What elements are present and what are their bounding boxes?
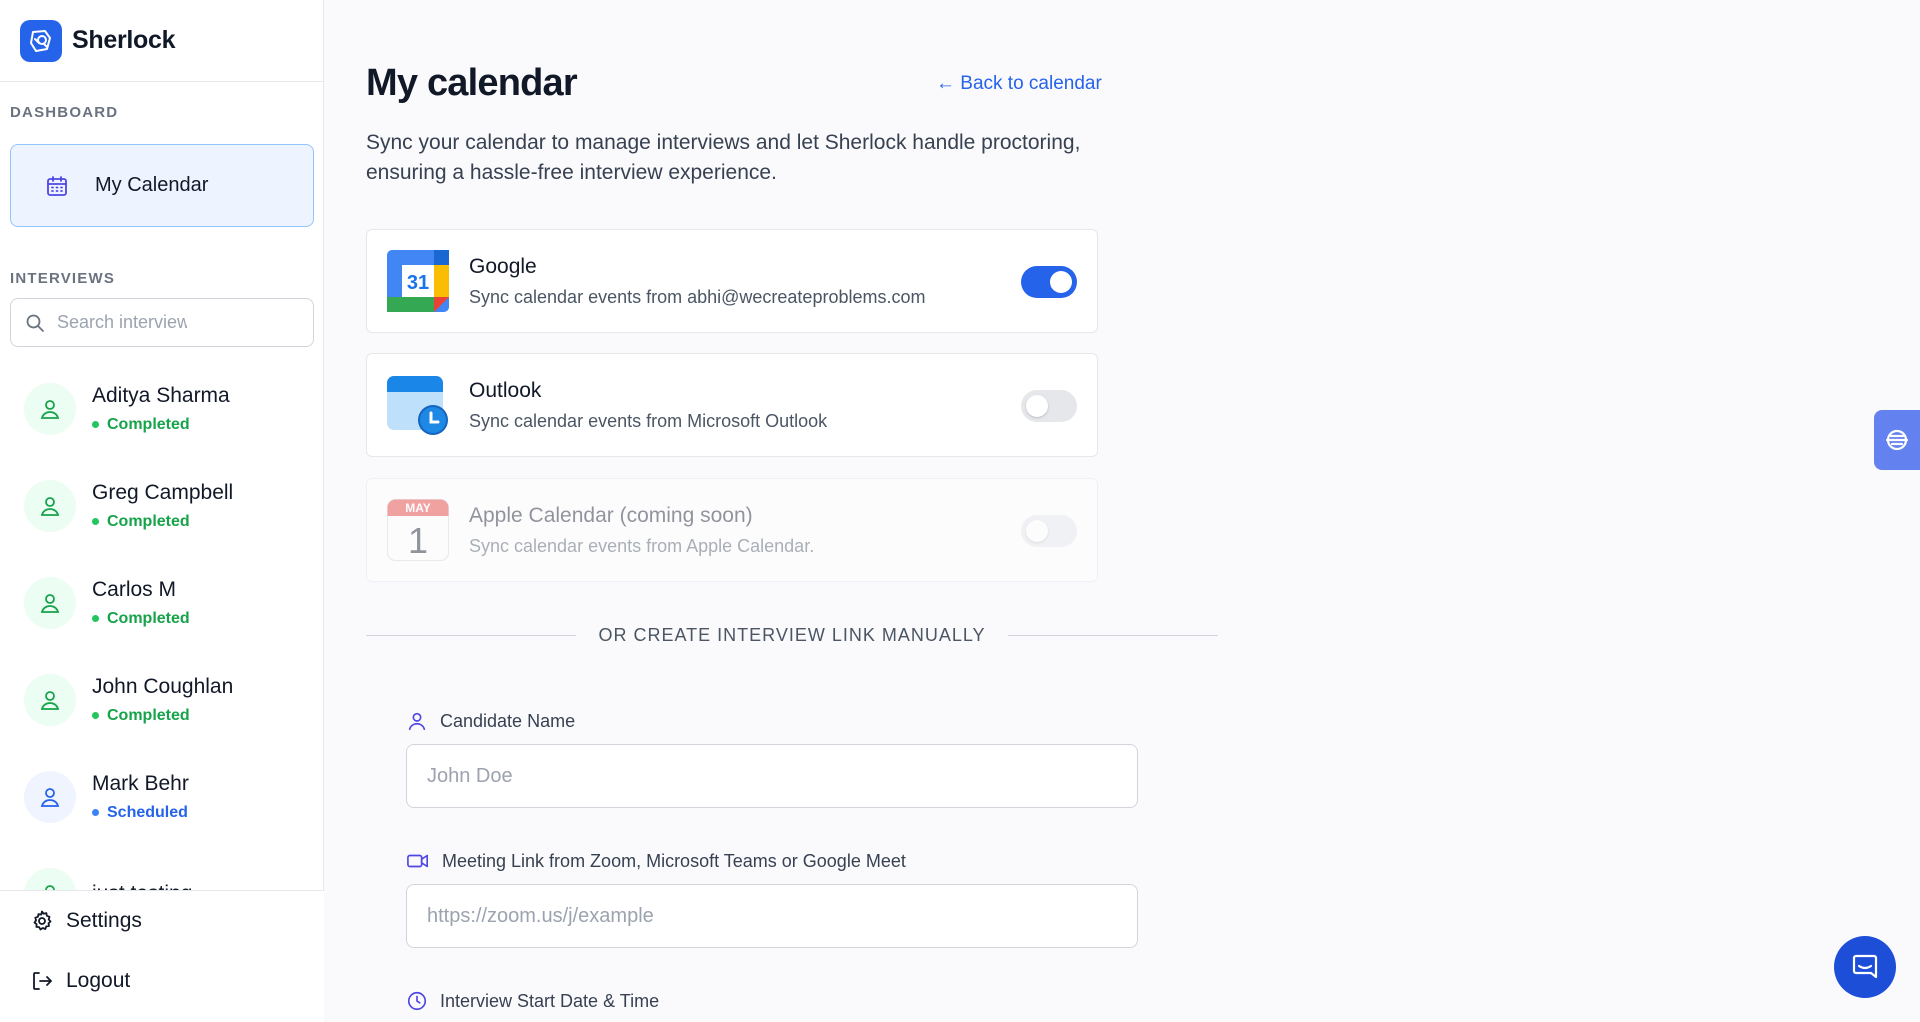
sidebar-footer: Settings Logout [0,890,324,1022]
brand-name: Sherlock [72,26,176,54]
candidate-name-label: Candidate Name [406,710,575,732]
interview-name: just testing [92,882,192,891]
interview-list-item[interactable]: Mark Behr Scheduled [0,748,324,845]
avatar [24,479,76,532]
avatar [24,382,76,435]
interview-name: Carlos M [92,577,177,601]
calendar-icon [47,175,67,196]
card-title: Google [469,254,537,278]
search-icon [26,314,44,332]
user-icon [40,787,60,807]
svg-text:1: 1 [408,520,428,561]
chat-icon [1852,954,1878,979]
interview-name: Aditya Sharma [92,383,230,407]
start-time-label: Interview Start Date & Time [406,990,659,1012]
google-sync-toggle[interactable] [1021,266,1077,298]
interview-name: John Coughlan [92,674,234,698]
apple-calendar-card: MAY 1 Apple Calendar (coming soon) Sync … [366,478,1098,582]
svg-text:MAY: MAY [405,501,431,515]
user-icon [40,496,60,516]
section-divider: OR CREATE INTERVIEW LINK MANUALLY [366,622,1219,648]
dashboard-section-label: DASHBOARD [10,104,119,121]
search-input[interactable] [57,312,187,333]
video-camera-icon [407,854,428,868]
status-badge: Completed [92,610,190,628]
clock-icon [407,991,427,1011]
card-description: Sync calendar events from Apple Calendar… [469,535,815,556]
outlook-calendar-icon [387,376,448,435]
settings-button[interactable]: Settings [0,891,324,951]
floating-extension-tab[interactable] [1874,410,1920,470]
sidebar-item-label: My Calendar [95,174,209,196]
avatar [24,867,76,890]
user-icon [40,593,60,613]
interview-list-item[interactable]: John Coughlan Completed [0,651,324,748]
google-calendar-icon: 31 [387,250,449,312]
status-badge: Completed [92,416,230,434]
logout-icon [33,972,52,990]
page-subtitle: Sync your calendar to manage interviews … [366,131,1081,184]
avatar [24,673,76,726]
card-title: Apple Calendar (coming soon) [469,503,753,527]
logout-button[interactable]: Logout [0,951,324,1011]
outlook-sync-toggle[interactable] [1021,390,1077,422]
divider-text: OR CREATE INTERVIEW LINK MANUALLY [598,624,986,645]
page-title: My calendar [366,62,578,104]
interview-list: Aditya Sharma Completed Greg Campbell Co… [0,360,324,890]
google-calendar-card: 31 Google Sync calendar events from abhi… [366,229,1098,333]
interviews-section-label: INTERVIEWS [10,270,116,287]
card-description: Sync calendar events from Microsoft Outl… [469,410,828,431]
back-to-calendar-link[interactable]: ← Back to calendar [936,73,1102,95]
brand[interactable]: Sherlock [0,0,323,82]
interview-name: Greg Campbell [92,480,234,504]
card-title: Outlook [469,378,542,402]
meeting-link-label: Meeting Link from Zoom, Microsoft Teams … [406,850,906,872]
status-badge: Completed [92,513,233,531]
interview-list-item[interactable]: just testing [0,845,324,890]
chat-support-button[interactable] [1834,936,1896,998]
interview-list-item[interactable]: Carlos M Completed [0,554,324,651]
card-description: Sync calendar events from abhi@wecreatep… [469,286,926,307]
avatar [24,576,76,629]
avatar [24,770,76,823]
meeting-link-input[interactable] [406,884,1138,948]
sidebar-item-my-calendar[interactable]: My Calendar [10,144,314,227]
user-icon [408,712,426,731]
apple-calendar-icon: MAY 1 [387,499,449,561]
interview-list-item[interactable]: Greg Campbell Completed [0,457,324,554]
apple-sync-toggle [1021,515,1077,547]
logout-label: Logout [66,969,131,992]
status-badge: Completed [92,707,233,725]
user-icon [45,884,55,890]
svg-text:31: 31 [407,272,429,294]
interview-search [10,298,314,347]
sidebar: Sherlock DASHBOARD My Calendar INTERVIEW… [0,0,324,1022]
user-icon [40,690,60,710]
interview-name: Mark Behr [92,771,189,795]
gear-icon [33,910,52,931]
interview-list-item[interactable]: Aditya Sharma Completed [0,360,324,457]
sherlock-logo-icon [20,19,62,62]
candidate-name-input[interactable] [406,744,1138,808]
extension-icon [1885,429,1909,451]
status-badge: Scheduled [92,804,189,822]
outlook-calendar-card: Outlook Sync calendar events from Micros… [366,353,1098,457]
user-icon [40,399,60,419]
settings-label: Settings [66,909,142,932]
